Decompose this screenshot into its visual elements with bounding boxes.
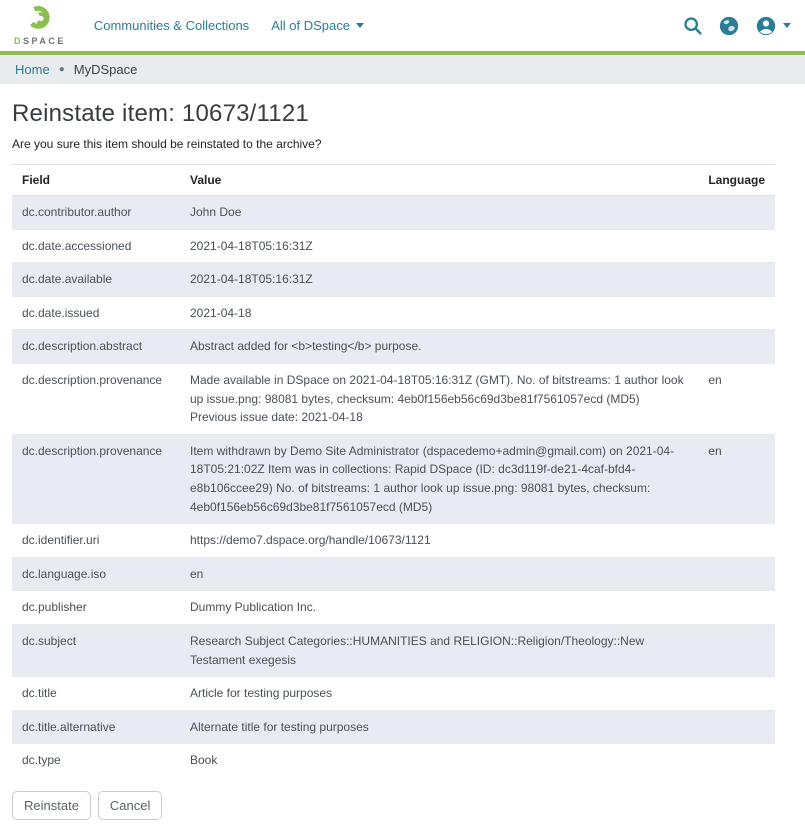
- table-row: dc.title Article for testing purposes: [12, 677, 775, 711]
- search-icon[interactable]: [682, 15, 703, 36]
- language-cell: [698, 710, 775, 744]
- value-cell: Dummy Publication Inc.: [180, 591, 698, 625]
- language-cell: [698, 296, 775, 330]
- table-row: dc.publisher Dummy Publication Inc.: [12, 591, 775, 625]
- dspace-logo[interactable]: DSPACE: [14, 5, 66, 46]
- breadcrumb-home-link[interactable]: Home: [15, 62, 50, 77]
- field-cell: dc.title: [12, 677, 180, 711]
- table-row: dc.date.available 2021-04-18T05:16:31Z: [12, 263, 775, 297]
- dspace-logo-icon: [27, 5, 52, 35]
- field-cell: dc.date.accessioned: [12, 229, 180, 263]
- nav-all-of-dspace-label: All of DSpace: [271, 18, 350, 33]
- reinstate-button[interactable]: Reinstate: [12, 791, 91, 820]
- field-cell: dc.description.provenance: [12, 363, 180, 434]
- field-cell: dc.type: [12, 744, 180, 777]
- breadcrumb: Home ● MyDSpace: [0, 55, 805, 84]
- table-row: dc.description.provenance Made available…: [12, 363, 775, 434]
- value-cell: John Doe: [180, 196, 698, 230]
- breadcrumb-separator: ●: [59, 64, 65, 75]
- language-globe-icon[interactable]: [718, 15, 740, 37]
- nav-communities-collections[interactable]: Communities & Collections: [94, 18, 249, 33]
- field-cell: dc.publisher: [12, 591, 180, 625]
- chevron-down-icon: [356, 23, 364, 28]
- language-cell: en: [698, 363, 775, 434]
- user-icon: [755, 15, 777, 37]
- table-row: dc.title.alternative Alternate title for…: [12, 710, 775, 744]
- page-title: Reinstate item: 10673/1121: [12, 100, 775, 128]
- nav-all-of-dspace[interactable]: All of DSpace: [271, 18, 364, 33]
- value-cell: Book: [180, 744, 698, 777]
- value-cell: Item withdrawn by Demo Site Administrato…: [180, 434, 698, 523]
- field-cell: dc.title.alternative: [12, 710, 180, 744]
- table-header-row: Field Value Language: [12, 165, 775, 196]
- user-menu[interactable]: [755, 15, 791, 37]
- value-cell: Article for testing purposes: [180, 677, 698, 711]
- field-cell: dc.description.provenance: [12, 434, 180, 523]
- field-cell: dc.language.iso: [12, 557, 180, 591]
- value-cell: 2021-04-18T05:16:31Z: [180, 263, 698, 297]
- language-cell: [698, 263, 775, 297]
- value-cell: 2021-04-18: [180, 296, 698, 330]
- column-header-language: Language: [698, 165, 775, 196]
- language-cell: [698, 196, 775, 230]
- main-content: Reinstate item: 10673/1121 Are you sure …: [0, 84, 805, 840]
- dspace-logo-text: DSPACE: [14, 36, 66, 46]
- table-row: dc.date.accessioned 2021-04-18T05:16:31Z: [12, 229, 775, 263]
- language-cell: en: [698, 434, 775, 523]
- field-cell: dc.date.issued: [12, 296, 180, 330]
- field-cell: dc.date.available: [12, 263, 180, 297]
- table-row: dc.date.issued 2021-04-18: [12, 296, 775, 330]
- column-header-field: Field: [12, 165, 180, 196]
- breadcrumb-current: MyDSpace: [74, 62, 138, 77]
- language-cell: [698, 557, 775, 591]
- page-subtitle: Are you sure this item should be reinsta…: [12, 137, 775, 151]
- main-nav: Communities & Collections All of DSpace: [94, 18, 364, 33]
- table-row: dc.subject Research Subject Categories::…: [12, 624, 775, 676]
- field-cell: dc.contributor.author: [12, 196, 180, 230]
- field-cell: dc.identifier.uri: [12, 524, 180, 558]
- value-cell: Alternate title for testing purposes: [180, 710, 698, 744]
- metadata-table: Field Value Language dc.contributor.auth…: [12, 164, 775, 777]
- table-row: dc.description.abstract Abstract added f…: [12, 330, 775, 364]
- chevron-down-icon: [783, 23, 791, 28]
- language-cell: [698, 591, 775, 625]
- cancel-button[interactable]: Cancel: [98, 791, 162, 820]
- action-buttons: Reinstate Cancel: [12, 791, 775, 820]
- field-cell: dc.subject: [12, 624, 180, 676]
- value-cell: Research Subject Categories::HUMANITIES …: [180, 624, 698, 676]
- language-cell: [698, 330, 775, 364]
- language-cell: [698, 524, 775, 558]
- language-cell: [698, 677, 775, 711]
- value-cell: Made available in DSpace on 2021-04-18T0…: [180, 363, 698, 434]
- navbar-right: [682, 15, 791, 37]
- table-row: dc.language.iso en: [12, 557, 775, 591]
- table-row: dc.type Book: [12, 744, 775, 777]
- table-row: dc.identifier.uri https://demo7.dspace.o…: [12, 524, 775, 558]
- value-cell: 2021-04-18T05:16:31Z: [180, 229, 698, 263]
- value-cell: en: [180, 557, 698, 591]
- column-header-value: Value: [180, 165, 698, 196]
- nav-communities-collections-label: Communities & Collections: [94, 18, 249, 33]
- language-cell: [698, 744, 775, 777]
- table-row: dc.description.provenance Item withdrawn…: [12, 434, 775, 523]
- language-cell: [698, 229, 775, 263]
- value-cell: Abstract added for <b>testing</b> purpos…: [180, 330, 698, 364]
- value-cell: https://demo7.dspace.org/handle/10673/11…: [180, 524, 698, 558]
- language-cell: [698, 624, 775, 676]
- field-cell: dc.description.abstract: [12, 330, 180, 364]
- top-navbar: DSPACE Communities & Collections All of …: [0, 0, 805, 55]
- metadata-table-body: dc.contributor.author John Doe dc.date.a…: [12, 196, 775, 777]
- table-row: dc.contributor.author John Doe: [12, 196, 775, 230]
